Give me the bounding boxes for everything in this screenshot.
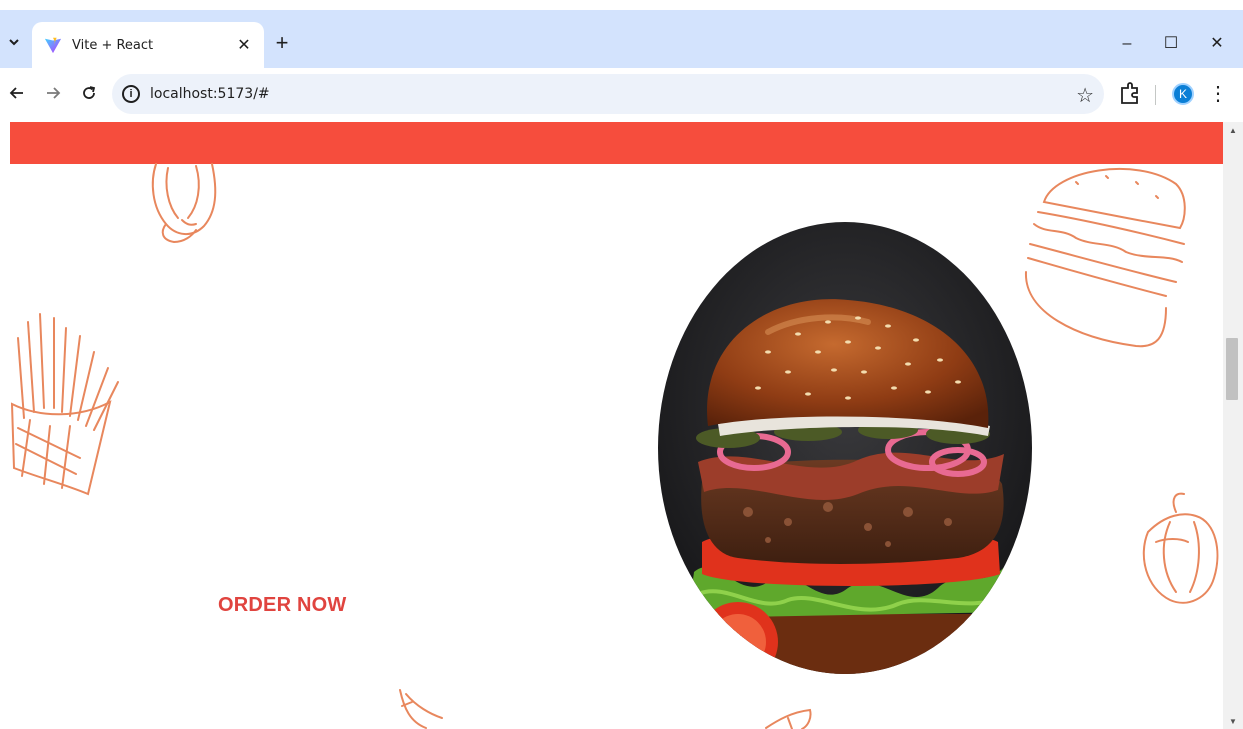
url-text[interactable]: localhost:5173/# <box>150 86 270 102</box>
page-scrollbar[interactable]: ▲ ▼ <box>1223 122 1243 729</box>
tab-search-button[interactable] <box>0 22 28 62</box>
browser-toolbar: i localhost:5173/# ☆ <box>0 68 1243 122</box>
header-bar <box>10 122 1223 164</box>
arrow-left-icon <box>9 87 23 99</box>
scroll-thumb[interactable] <box>1226 338 1238 400</box>
pepper-sketch-icon <box>1142 492 1219 604</box>
browser-tab-active[interactable]: Vite + React ✕ <box>32 22 264 68</box>
fries-sketch-icon <box>10 313 119 496</box>
onion-sketch-icon <box>151 163 217 244</box>
page-viewport: ORDER NOW <box>10 122 1223 729</box>
info-icon[interactable]: i <box>122 85 140 103</box>
vite-logo-icon <box>44 37 62 54</box>
avatar[interactable]: K <box>1172 83 1194 105</box>
chevron-down-icon <box>9 39 19 46</box>
burger-sketch-icon <box>1024 167 1186 348</box>
vegetable-sketch-icon <box>399 689 443 729</box>
scroll-up-arrow-icon[interactable]: ▲ <box>1223 122 1243 140</box>
kebab-menu-icon[interactable]: ⋮ <box>1208 80 1228 108</box>
scroll-down-arrow-icon[interactable]: ▼ <box>1223 715 1243 729</box>
close-window-button[interactable]: ✕ <box>1202 30 1232 58</box>
star-icon[interactable]: ☆ <box>1076 83 1094 108</box>
forward-button[interactable] <box>40 82 66 108</box>
window-top-edge <box>0 0 1243 10</box>
back-button[interactable] <box>4 82 30 108</box>
tab-close-icon[interactable]: ✕ <box>234 35 254 55</box>
new-tab-button[interactable]: + <box>270 28 294 58</box>
toolbar-divider <box>1155 85 1156 105</box>
maximize-button[interactable]: ☐ <box>1156 30 1186 58</box>
puzzle-icon[interactable] <box>1118 80 1142 108</box>
reload-icon <box>83 86 96 99</box>
arrow-right-icon <box>47 87 61 99</box>
reload-button[interactable] <box>76 82 102 108</box>
burger-hero-image <box>658 222 1032 674</box>
address-bar[interactable]: i localhost:5173/# ☆ <box>112 74 1104 114</box>
order-now-button[interactable]: ORDER NOW <box>218 594 346 617</box>
tab-title: Vite + React <box>72 37 154 53</box>
minimize-button[interactable]: – <box>1112 30 1142 58</box>
leaf-sketch-icon <box>765 708 812 729</box>
